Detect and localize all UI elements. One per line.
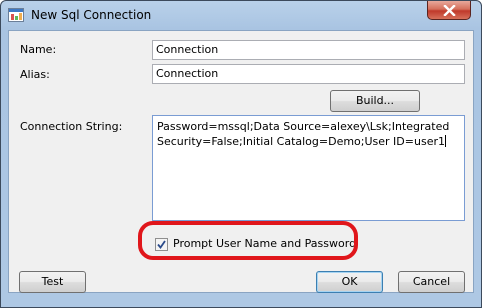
dialog-window: New Sql Connection Name: Connection Alia… [0,0,482,308]
alias-field[interactable]: Connection [152,64,465,84]
connection-string-label: Connection String: [20,120,123,133]
text-caret [444,135,446,147]
annotation-highlight [138,221,358,260]
build-button[interactable]: Build... [330,90,420,112]
test-button[interactable]: Test [19,271,86,293]
title-bar[interactable]: New Sql Connection [1,1,481,29]
close-button[interactable] [427,1,471,20]
ok-button[interactable]: OK [316,271,383,293]
close-icon [443,5,456,16]
cancel-button[interactable]: Cancel [398,271,465,293]
name-field[interactable]: Connection [152,40,465,60]
name-label: Name: [20,43,57,56]
connection-string-textarea[interactable]: Password=mssql;Data Source=alexey\Lsk;In… [152,115,465,221]
alias-label: Alias: [20,68,50,81]
window-title: New Sql Connection [31,8,152,22]
connection-string-text: Password=mssql;Data Source=alexey\Lsk;In… [157,120,450,148]
connection-icon [8,8,24,22]
